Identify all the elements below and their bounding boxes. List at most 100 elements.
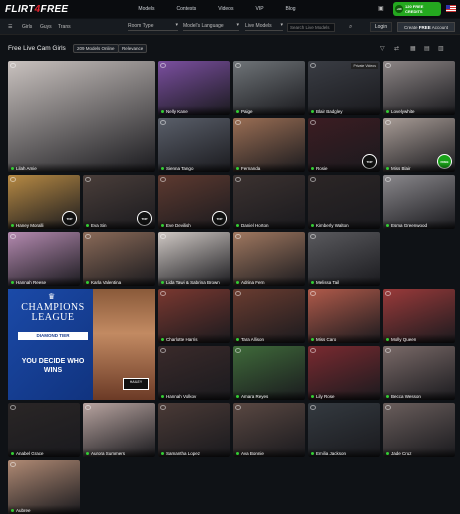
model-tile[interactable]: Tara Allison: [233, 289, 305, 343]
language-select[interactable]: Model's Language: [183, 22, 239, 31]
login-button[interactable]: Login: [370, 22, 392, 32]
model-tile[interactable]: Hannah Reese: [8, 232, 80, 286]
hd-icon: [385, 291, 391, 296]
model-tile[interactable]: Private Videos Blair Badgley: [308, 61, 380, 115]
model-name: Amara Reyes: [233, 391, 305, 400]
model-name: Adrina Fern: [233, 277, 305, 286]
credit-badge: +90: [395, 5, 403, 13]
filter-trans[interactable]: Trans: [58, 24, 71, 30]
model-tile[interactable]: TOP Haney Moralli: [8, 175, 80, 229]
champions-league-banner[interactable]: ♛ CHAMPIONS LEAGUE DIAMOND TIER YOU DECIDE …: [8, 289, 155, 400]
model-tile[interactable]: Anabel Grace: [8, 403, 80, 457]
model-tile[interactable]: Lovelywhite: [383, 61, 455, 115]
model-tile[interactable]: Daniel Horton: [233, 175, 305, 229]
model-name: Rosie: [308, 163, 380, 172]
model-tile[interactable]: Becca Wesson: [383, 346, 455, 400]
model-tile[interactable]: Karla Valentina: [83, 232, 155, 286]
hd-icon: [10, 462, 16, 467]
model-name: Tara Allison: [233, 334, 305, 343]
hd-icon: [385, 177, 391, 182]
hd-icon: [235, 177, 241, 182]
free-credits-button[interactable]: +90 120 FREE CREDITS: [393, 2, 441, 16]
menu-icon[interactable]: ☰: [8, 24, 12, 30]
large-grid-icon[interactable]: ▦: [410, 45, 416, 52]
model-tile[interactable]: Miss Caro: [308, 289, 380, 343]
hd-icon: [385, 348, 391, 353]
hd-icon: [10, 234, 16, 239]
filter-icon[interactable]: ▽: [380, 45, 385, 52]
hd-icon: [160, 405, 166, 410]
model-name: Paige: [233, 106, 305, 115]
model-tile[interactable]: TOP Rosie: [308, 118, 380, 172]
hd-icon: [235, 348, 241, 353]
model-tile[interactable]: Kimberly Walton: [308, 175, 380, 229]
model-name: Sienna Tango: [158, 163, 230, 172]
model-name: Emilia Jackson: [308, 448, 380, 457]
model-tile[interactable]: Paige: [233, 61, 305, 115]
hd-icon: [160, 348, 166, 353]
search-icon[interactable]: ⌕: [349, 24, 352, 31]
us-flag-icon[interactable]: [446, 5, 456, 12]
model-tile[interactable]: TOP Eve Devilish: [158, 175, 230, 229]
model-tile[interactable]: Lilah Amie: [8, 61, 155, 172]
model-tile[interactable]: Jade Cruz: [383, 403, 455, 457]
model-tile[interactable]: Esma Greenwood: [383, 175, 455, 229]
model-tile[interactable]: Samantha Lopez: [158, 403, 230, 457]
model-tile[interactable]: Aubree: [8, 460, 80, 514]
nav-blog[interactable]: Blog: [286, 6, 296, 12]
site-logo[interactable]: FLIRT4FREE: [5, 4, 68, 15]
model-tile[interactable]: Emilia Jackson: [308, 403, 380, 457]
model-tile[interactable]: Molly Queen: [383, 289, 455, 343]
room-type-select[interactable]: Room Type: [128, 22, 178, 31]
nav-models[interactable]: Models: [138, 6, 154, 12]
model-tile[interactable]: Charlotte Harris: [158, 289, 230, 343]
model-name: Ava Bonnie: [233, 448, 305, 457]
search-input[interactable]: Search Live Models: [287, 23, 335, 32]
shuffle-icon[interactable]: ⇄: [394, 45, 399, 52]
nav-videos[interactable]: Videos: [218, 6, 233, 12]
model-name: Jade Cruz: [383, 448, 455, 457]
create-account-button[interactable]: Create FREE Account: [397, 22, 455, 32]
model-name: Nelly Kane: [158, 106, 230, 115]
nav-contests[interactable]: Contests: [177, 6, 197, 12]
model-tile[interactable]: Amara Reyes: [233, 346, 305, 400]
model-tile[interactable]: Adrina Fern: [233, 232, 305, 286]
hd-icon: [235, 291, 241, 296]
small-grid-icon[interactable]: ▥: [438, 45, 444, 52]
medium-grid-icon[interactable]: ▤: [424, 45, 430, 52]
model-tile[interactable]: TOP Eva Sin: [83, 175, 155, 229]
hd-icon: [310, 291, 316, 296]
model-name: Blair Badgley: [308, 106, 380, 115]
model-tile[interactable]: Hannah Volkov: [158, 346, 230, 400]
model-tile[interactable]: Sienna Tango: [158, 118, 230, 172]
model-name: Fernanda: [233, 163, 305, 172]
hd-icon: [10, 405, 16, 410]
model-tile[interactable]: Nelly Kane: [158, 61, 230, 115]
model-name: Lilah Amie: [8, 163, 155, 172]
live-models-select[interactable]: Live Models: [245, 22, 283, 31]
model-tile[interactable]: Fernanda: [233, 118, 305, 172]
private-videos-label: Private Videos: [351, 63, 378, 69]
model-name: Eva Sin: [83, 220, 155, 229]
filter-guys[interactable]: Guys: [40, 24, 52, 30]
model-tile[interactable]: FREE Miss Blair: [383, 118, 455, 172]
filter-girls[interactable]: Girls: [22, 24, 32, 30]
calendar-icon[interactable]: ▣: [378, 5, 384, 12]
nav-vip[interactable]: VIP: [255, 6, 263, 12]
top-nav: FLIRT4FREE Models Contests Videos VIP Bl…: [0, 0, 460, 18]
sort-relevance-button[interactable]: Relevance: [118, 44, 148, 53]
model-tile[interactable]: Melissa Tail: [308, 232, 380, 286]
model-tile[interactable]: Lily Rose: [308, 346, 380, 400]
hd-icon: [310, 177, 316, 182]
hd-icon: [85, 405, 91, 410]
hd-icon: [160, 63, 166, 68]
model-name: Eve Devilish: [158, 220, 230, 229]
model-tile[interactable]: Aurora Summers: [83, 403, 155, 457]
model-name: Melissa Tail: [308, 277, 380, 286]
model-tile[interactable]: Ava Bonnie: [233, 403, 305, 457]
model-name: Samantha Lopez: [158, 448, 230, 457]
model-tile[interactable]: Lida Tawi & Sabrina Brown: [158, 232, 230, 286]
model-name: Aurora Summers: [83, 448, 155, 457]
hd-icon: [160, 120, 166, 125]
model-name: Aubree: [8, 505, 80, 514]
